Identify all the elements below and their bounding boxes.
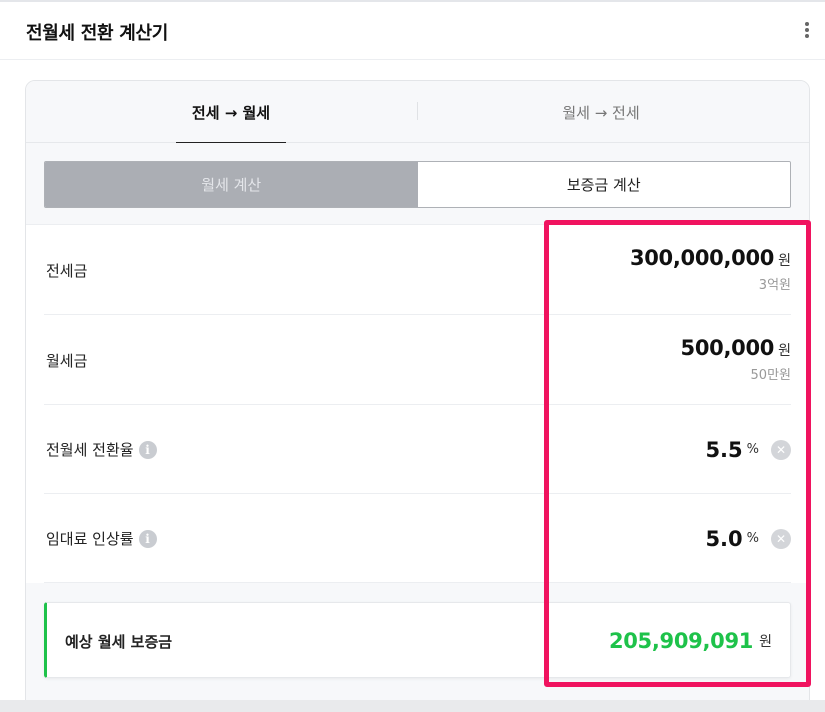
- monthly-amount[interactable]: 500,000: [681, 336, 775, 360]
- conversion-rate-row: 전월세 전환율 i 5.5 % ✕: [44, 405, 791, 494]
- tab-jeonse-to-wolse[interactable]: 전세 → 월세: [176, 81, 286, 144]
- jeonse-korean-amount: 3억원: [758, 278, 791, 293]
- increase-rate-label: 임대료 인상률: [46, 530, 134, 548]
- tab-wolse-to-jeonse[interactable]: 월세 → 전세: [546, 81, 656, 143]
- result-value-group: 205,909,091 원: [609, 603, 772, 679]
- result-label: 예상 월세 보증금: [65, 632, 173, 651]
- monthly-row: 월세금 500,000 원 50만원: [44, 316, 791, 405]
- result-amount: 205,909,091: [608, 629, 754, 653]
- deposit-mode-button[interactable]: 보증금 계산: [417, 162, 790, 207]
- result-unit: 원: [759, 634, 772, 650]
- page-title: 전월세 전환 계산기: [26, 23, 169, 44]
- more-vertical-icon[interactable]: [802, 20, 812, 40]
- bottom-scroll-bar: [0, 700, 825, 712]
- increase-rate-value-group[interactable]: 5.0 %: [705, 494, 759, 583]
- monthly-unit: 원: [778, 343, 791, 359]
- mode-toggle: 월세 계산 보증금 계산: [44, 161, 791, 208]
- conversion-rate-label-group: 전월세 전환율 i: [46, 405, 157, 494]
- result-area: 예상 월세 보증금 205,909,091 원: [26, 583, 809, 712]
- mode-toggle-area: 월세 계산 보증금 계산: [26, 143, 809, 225]
- increase-rate-label-group: 임대료 인상률 i: [46, 494, 157, 583]
- jeonse-row: 전세금 300,000,000 원 3억원: [44, 226, 791, 315]
- jeonse-unit: 원: [778, 253, 791, 269]
- jeonse-amount[interactable]: 300,000,000: [630, 246, 774, 270]
- app-header: 전월세 전환 계산기: [0, 2, 825, 60]
- conversion-tabs: 전세 → 월세 월세 → 전세: [26, 81, 809, 144]
- calculator-card: 전세 → 월세 월세 → 전세 월세 계산 보증금 계산 전세금 300,000…: [25, 80, 810, 712]
- info-icon[interactable]: i: [138, 529, 157, 548]
- result-box: 예상 월세 보증금 205,909,091 원: [44, 602, 791, 678]
- conversion-rate-value[interactable]: 5.5: [705, 438, 742, 462]
- monthly-label: 월세금: [46, 352, 88, 370]
- conversion-rate-value-group[interactable]: 5.5 %: [705, 405, 759, 494]
- conversion-rate-unit: %: [746, 442, 759, 457]
- conversion-rate-label: 전월세 전환율: [46, 441, 134, 459]
- monthly-value-group[interactable]: 500,000 원 50만원: [681, 336, 791, 383]
- info-icon[interactable]: i: [138, 440, 157, 459]
- increase-rate-unit: %: [746, 531, 759, 546]
- jeonse-value-group[interactable]: 300,000,000 원 3억원: [630, 246, 791, 293]
- jeonse-label: 전세금: [46, 262, 88, 280]
- increase-rate-row: 임대료 인상률 i 5.0 % ✕: [44, 494, 791, 583]
- increase-rate-value[interactable]: 5.0: [705, 527, 742, 551]
- monthly-rent-mode-button[interactable]: 월세 계산: [45, 162, 418, 207]
- tab-divider: [417, 102, 418, 120]
- monthly-korean-amount: 50만원: [750, 368, 791, 383]
- clear-icon[interactable]: ✕: [771, 440, 791, 460]
- clear-icon[interactable]: ✕: [771, 529, 791, 549]
